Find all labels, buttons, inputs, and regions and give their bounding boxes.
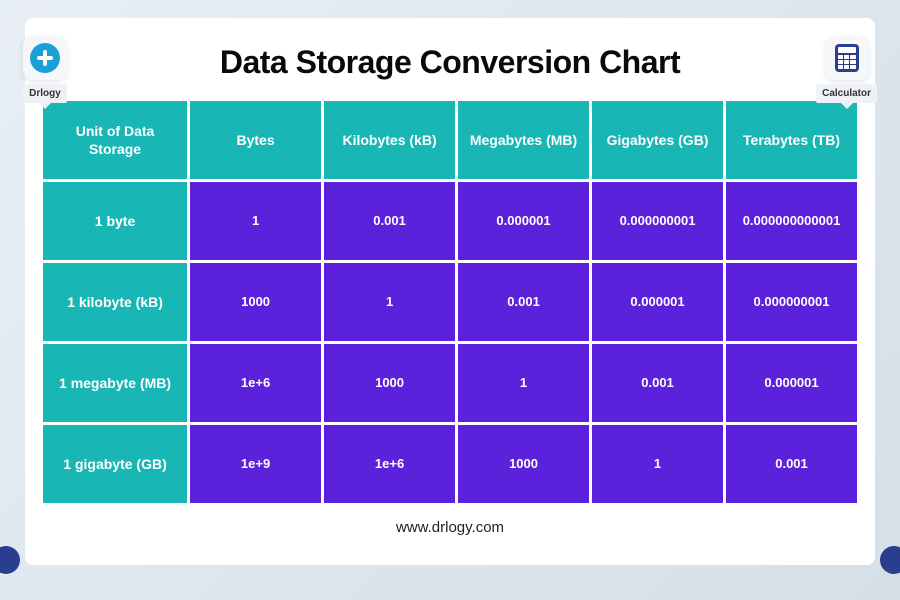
decorative-circle-icon — [0, 546, 20, 574]
column-header: Bytes — [190, 101, 321, 179]
data-cell: 1e+9 — [190, 425, 321, 503]
data-cell: 1e+6 — [190, 344, 321, 422]
row-label: 1 megabyte (MB) — [43, 344, 187, 422]
data-cell: 0.001 — [458, 263, 589, 341]
data-cell: 1000 — [190, 263, 321, 341]
brand-badge-left: Drlogy — [23, 36, 67, 103]
column-header: Unit of Data Storage — [43, 101, 187, 179]
column-header: Megabytes (MB) — [458, 101, 589, 179]
calculator-icon — [825, 36, 869, 80]
data-cell: 0.000001 — [726, 344, 857, 422]
data-cell: 1000 — [324, 344, 455, 422]
footer-url: www.drlogy.com — [43, 519, 857, 536]
content-card: Drlogy Calculator Data Storage Conversio… — [25, 18, 875, 565]
data-cell: 0.001 — [726, 425, 857, 503]
row-label: 1 byte — [43, 182, 187, 260]
brand-label: Drlogy — [23, 84, 67, 103]
brand-badge-right: Calculator — [816, 36, 877, 103]
row-label: 1 kilobyte (kB) — [43, 263, 187, 341]
data-cell: 0.001 — [324, 182, 455, 260]
column-header: Terabytes (TB) — [726, 101, 857, 179]
row-label: 1 gigabyte (GB) — [43, 425, 187, 503]
data-cell: 0.000001 — [458, 182, 589, 260]
data-cell: 0.000000000001 — [726, 182, 857, 260]
data-cell: 1 — [324, 263, 455, 341]
data-cell: 1 — [592, 425, 723, 503]
data-cell: 1 — [190, 182, 321, 260]
plus-medical-icon — [23, 36, 67, 80]
data-cell: 1e+6 — [324, 425, 455, 503]
data-cell: 0.001 — [592, 344, 723, 422]
data-cell: 1 — [458, 344, 589, 422]
data-cell: 0.000001 — [592, 263, 723, 341]
calculator-label: Calculator — [816, 84, 877, 103]
decorative-circle-icon — [880, 546, 900, 574]
data-cell: 0.000000001 — [592, 182, 723, 260]
column-header: Gigabytes (GB) — [592, 101, 723, 179]
column-header: Kilobytes (kB) — [324, 101, 455, 179]
page-title: Data Storage Conversion Chart — [43, 44, 857, 81]
data-cell: 1000 — [458, 425, 589, 503]
conversion-table: Unit of Data Storage Bytes Kilobytes (kB… — [43, 101, 857, 503]
data-cell: 0.000000001 — [726, 263, 857, 341]
